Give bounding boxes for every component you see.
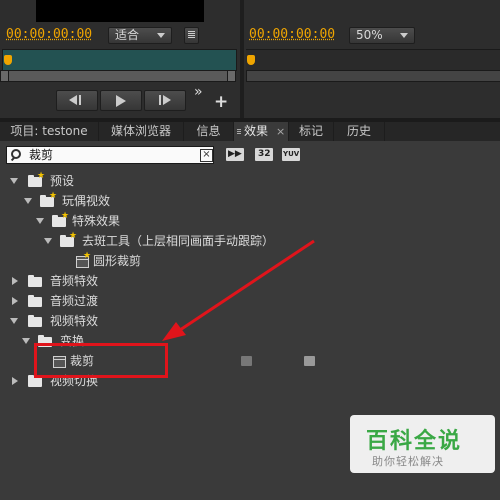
arrow-head-icon [162,322,186,341]
arrow-shaft [179,239,315,332]
watermark-title: 百科全说 [366,429,463,454]
watermark: 百科全说 助你轻松解决 [350,415,495,473]
watermark-subtitle: 助你轻松解决 [372,455,444,468]
